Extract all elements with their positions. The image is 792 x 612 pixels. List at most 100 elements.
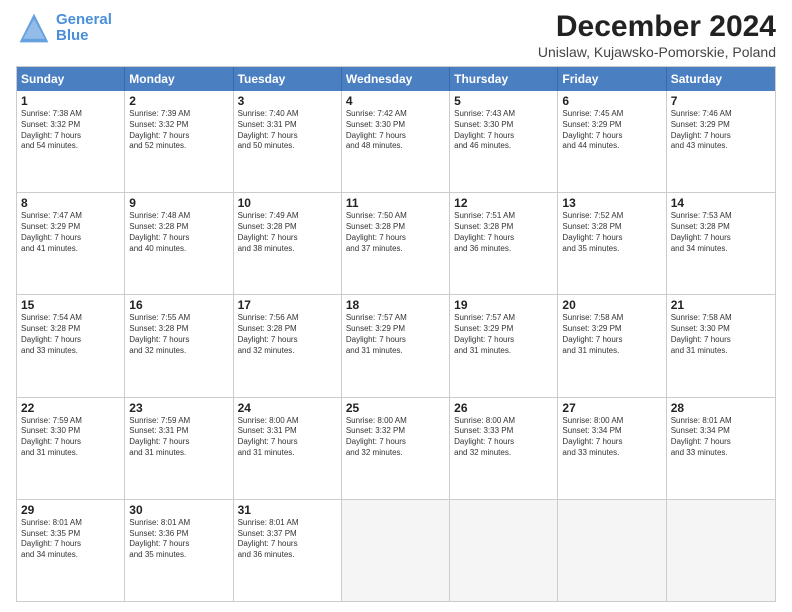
cell-text: Sunrise: 7:56 AMSunset: 3:28 PMDaylight:… bbox=[238, 313, 337, 356]
cal-cell: 15Sunrise: 7:54 AMSunset: 3:28 PMDayligh… bbox=[17, 295, 125, 396]
calendar: SundayMondayTuesdayWednesdayThursdayFrid… bbox=[16, 66, 776, 602]
subtitle: Unislaw, Kujawsko-Pomorskie, Poland bbox=[538, 44, 776, 60]
day-number: 4 bbox=[346, 94, 445, 108]
cell-text: Sunrise: 7:46 AMSunset: 3:29 PMDaylight:… bbox=[671, 109, 771, 152]
cell-text: Sunrise: 7:47 AMSunset: 3:29 PMDaylight:… bbox=[21, 211, 120, 254]
cal-cell: 9Sunrise: 7:48 AMSunset: 3:28 PMDaylight… bbox=[125, 193, 233, 294]
header-day-sunday: Sunday bbox=[17, 67, 125, 91]
cal-cell: 14Sunrise: 7:53 AMSunset: 3:28 PMDayligh… bbox=[667, 193, 775, 294]
cal-cell: 10Sunrise: 7:49 AMSunset: 3:28 PMDayligh… bbox=[234, 193, 342, 294]
cell-text: Sunrise: 8:00 AMSunset: 3:32 PMDaylight:… bbox=[346, 416, 445, 459]
cell-text: Sunrise: 8:00 AMSunset: 3:34 PMDaylight:… bbox=[562, 416, 661, 459]
cal-cell bbox=[667, 500, 775, 601]
cell-text: Sunrise: 7:39 AMSunset: 3:32 PMDaylight:… bbox=[129, 109, 228, 152]
header-day-thursday: Thursday bbox=[450, 67, 558, 91]
cell-text: Sunrise: 8:01 AMSunset: 3:37 PMDaylight:… bbox=[238, 518, 337, 561]
title-block: December 2024 Unislaw, Kujawsko-Pomorski… bbox=[538, 10, 776, 60]
day-number: 6 bbox=[562, 94, 661, 108]
cal-cell: 18Sunrise: 7:57 AMSunset: 3:29 PMDayligh… bbox=[342, 295, 450, 396]
day-number: 30 bbox=[129, 503, 228, 517]
cell-text: Sunrise: 7:58 AMSunset: 3:30 PMDaylight:… bbox=[671, 313, 771, 356]
cell-text: Sunrise: 7:40 AMSunset: 3:31 PMDaylight:… bbox=[238, 109, 337, 152]
day-number: 18 bbox=[346, 298, 445, 312]
cal-cell: 22Sunrise: 7:59 AMSunset: 3:30 PMDayligh… bbox=[17, 398, 125, 499]
cal-cell: 21Sunrise: 7:58 AMSunset: 3:30 PMDayligh… bbox=[667, 295, 775, 396]
cell-text: Sunrise: 7:59 AMSunset: 3:31 PMDaylight:… bbox=[129, 416, 228, 459]
cal-cell bbox=[342, 500, 450, 601]
cell-text: Sunrise: 7:52 AMSunset: 3:28 PMDaylight:… bbox=[562, 211, 661, 254]
logo-line2: Blue bbox=[56, 27, 89, 44]
day-number: 26 bbox=[454, 401, 553, 415]
cell-text: Sunrise: 7:57 AMSunset: 3:29 PMDaylight:… bbox=[454, 313, 553, 356]
cell-text: Sunrise: 7:48 AMSunset: 3:28 PMDaylight:… bbox=[129, 211, 228, 254]
cal-cell: 23Sunrise: 7:59 AMSunset: 3:31 PMDayligh… bbox=[125, 398, 233, 499]
cell-text: Sunrise: 7:57 AMSunset: 3:29 PMDaylight:… bbox=[346, 313, 445, 356]
cal-cell bbox=[450, 500, 558, 601]
calendar-body: 1Sunrise: 7:38 AMSunset: 3:32 PMDaylight… bbox=[17, 91, 775, 601]
cell-text: Sunrise: 7:49 AMSunset: 3:28 PMDaylight:… bbox=[238, 211, 337, 254]
day-number: 17 bbox=[238, 298, 337, 312]
header-day-friday: Friday bbox=[558, 67, 666, 91]
cal-cell: 6Sunrise: 7:45 AMSunset: 3:29 PMDaylight… bbox=[558, 91, 666, 192]
cal-cell: 27Sunrise: 8:00 AMSunset: 3:34 PMDayligh… bbox=[558, 398, 666, 499]
cell-text: Sunrise: 7:43 AMSunset: 3:30 PMDaylight:… bbox=[454, 109, 553, 152]
day-number: 16 bbox=[129, 298, 228, 312]
cal-cell: 12Sunrise: 7:51 AMSunset: 3:28 PMDayligh… bbox=[450, 193, 558, 294]
main-title: December 2024 bbox=[538, 10, 776, 44]
week-row-2: 15Sunrise: 7:54 AMSunset: 3:28 PMDayligh… bbox=[17, 294, 775, 396]
cal-cell: 25Sunrise: 8:00 AMSunset: 3:32 PMDayligh… bbox=[342, 398, 450, 499]
day-number: 24 bbox=[238, 401, 337, 415]
day-number: 23 bbox=[129, 401, 228, 415]
day-number: 7 bbox=[671, 94, 771, 108]
cell-text: Sunrise: 8:01 AMSunset: 3:35 PMDaylight:… bbox=[21, 518, 120, 561]
header-day-monday: Monday bbox=[125, 67, 233, 91]
header-day-saturday: Saturday bbox=[667, 67, 775, 91]
cal-cell: 16Sunrise: 7:55 AMSunset: 3:28 PMDayligh… bbox=[125, 295, 233, 396]
cal-cell: 26Sunrise: 8:00 AMSunset: 3:33 PMDayligh… bbox=[450, 398, 558, 499]
cell-text: Sunrise: 7:50 AMSunset: 3:28 PMDaylight:… bbox=[346, 211, 445, 254]
day-number: 5 bbox=[454, 94, 553, 108]
day-number: 22 bbox=[21, 401, 120, 415]
cal-cell: 30Sunrise: 8:01 AMSunset: 3:36 PMDayligh… bbox=[125, 500, 233, 601]
calendar-header: SundayMondayTuesdayWednesdayThursdayFrid… bbox=[17, 67, 775, 91]
cal-cell: 4Sunrise: 7:42 AMSunset: 3:30 PMDaylight… bbox=[342, 91, 450, 192]
cal-cell: 24Sunrise: 8:00 AMSunset: 3:31 PMDayligh… bbox=[234, 398, 342, 499]
day-number: 2 bbox=[129, 94, 228, 108]
cal-cell: 7Sunrise: 7:46 AMSunset: 3:29 PMDaylight… bbox=[667, 91, 775, 192]
day-number: 15 bbox=[21, 298, 120, 312]
cell-text: Sunrise: 7:54 AMSunset: 3:28 PMDaylight:… bbox=[21, 313, 120, 356]
cell-text: Sunrise: 7:58 AMSunset: 3:29 PMDaylight:… bbox=[562, 313, 661, 356]
day-number: 14 bbox=[671, 196, 771, 210]
cell-text: Sunrise: 8:01 AMSunset: 3:36 PMDaylight:… bbox=[129, 518, 228, 561]
logo-line1: General bbox=[56, 11, 112, 28]
cal-cell: 5Sunrise: 7:43 AMSunset: 3:30 PMDaylight… bbox=[450, 91, 558, 192]
cell-text: Sunrise: 8:01 AMSunset: 3:34 PMDaylight:… bbox=[671, 416, 771, 459]
week-row-4: 29Sunrise: 8:01 AMSunset: 3:35 PMDayligh… bbox=[17, 499, 775, 601]
day-number: 3 bbox=[238, 94, 337, 108]
day-number: 29 bbox=[21, 503, 120, 517]
cal-cell: 2Sunrise: 7:39 AMSunset: 3:32 PMDaylight… bbox=[125, 91, 233, 192]
day-number: 31 bbox=[238, 503, 337, 517]
header: General Blue December 2024 Unislaw, Kuja… bbox=[16, 10, 776, 60]
cell-text: Sunrise: 7:55 AMSunset: 3:28 PMDaylight:… bbox=[129, 313, 228, 356]
cal-cell: 19Sunrise: 7:57 AMSunset: 3:29 PMDayligh… bbox=[450, 295, 558, 396]
cal-cell bbox=[558, 500, 666, 601]
cell-text: Sunrise: 7:53 AMSunset: 3:28 PMDaylight:… bbox=[671, 211, 771, 254]
logo: General Blue bbox=[16, 10, 112, 46]
cell-text: Sunrise: 7:59 AMSunset: 3:30 PMDaylight:… bbox=[21, 416, 120, 459]
cal-cell: 11Sunrise: 7:50 AMSunset: 3:28 PMDayligh… bbox=[342, 193, 450, 294]
day-number: 21 bbox=[671, 298, 771, 312]
day-number: 28 bbox=[671, 401, 771, 415]
cal-cell: 20Sunrise: 7:58 AMSunset: 3:29 PMDayligh… bbox=[558, 295, 666, 396]
day-number: 12 bbox=[454, 196, 553, 210]
day-number: 1 bbox=[21, 94, 120, 108]
cal-cell: 1Sunrise: 7:38 AMSunset: 3:32 PMDaylight… bbox=[17, 91, 125, 192]
cell-text: Sunrise: 8:00 AMSunset: 3:31 PMDaylight:… bbox=[238, 416, 337, 459]
week-row-0: 1Sunrise: 7:38 AMSunset: 3:32 PMDaylight… bbox=[17, 91, 775, 192]
day-number: 10 bbox=[238, 196, 337, 210]
cal-cell: 3Sunrise: 7:40 AMSunset: 3:31 PMDaylight… bbox=[234, 91, 342, 192]
cal-cell: 13Sunrise: 7:52 AMSunset: 3:28 PMDayligh… bbox=[558, 193, 666, 294]
day-number: 11 bbox=[346, 196, 445, 210]
page: General Blue December 2024 Unislaw, Kuja… bbox=[0, 0, 792, 612]
day-number: 25 bbox=[346, 401, 445, 415]
